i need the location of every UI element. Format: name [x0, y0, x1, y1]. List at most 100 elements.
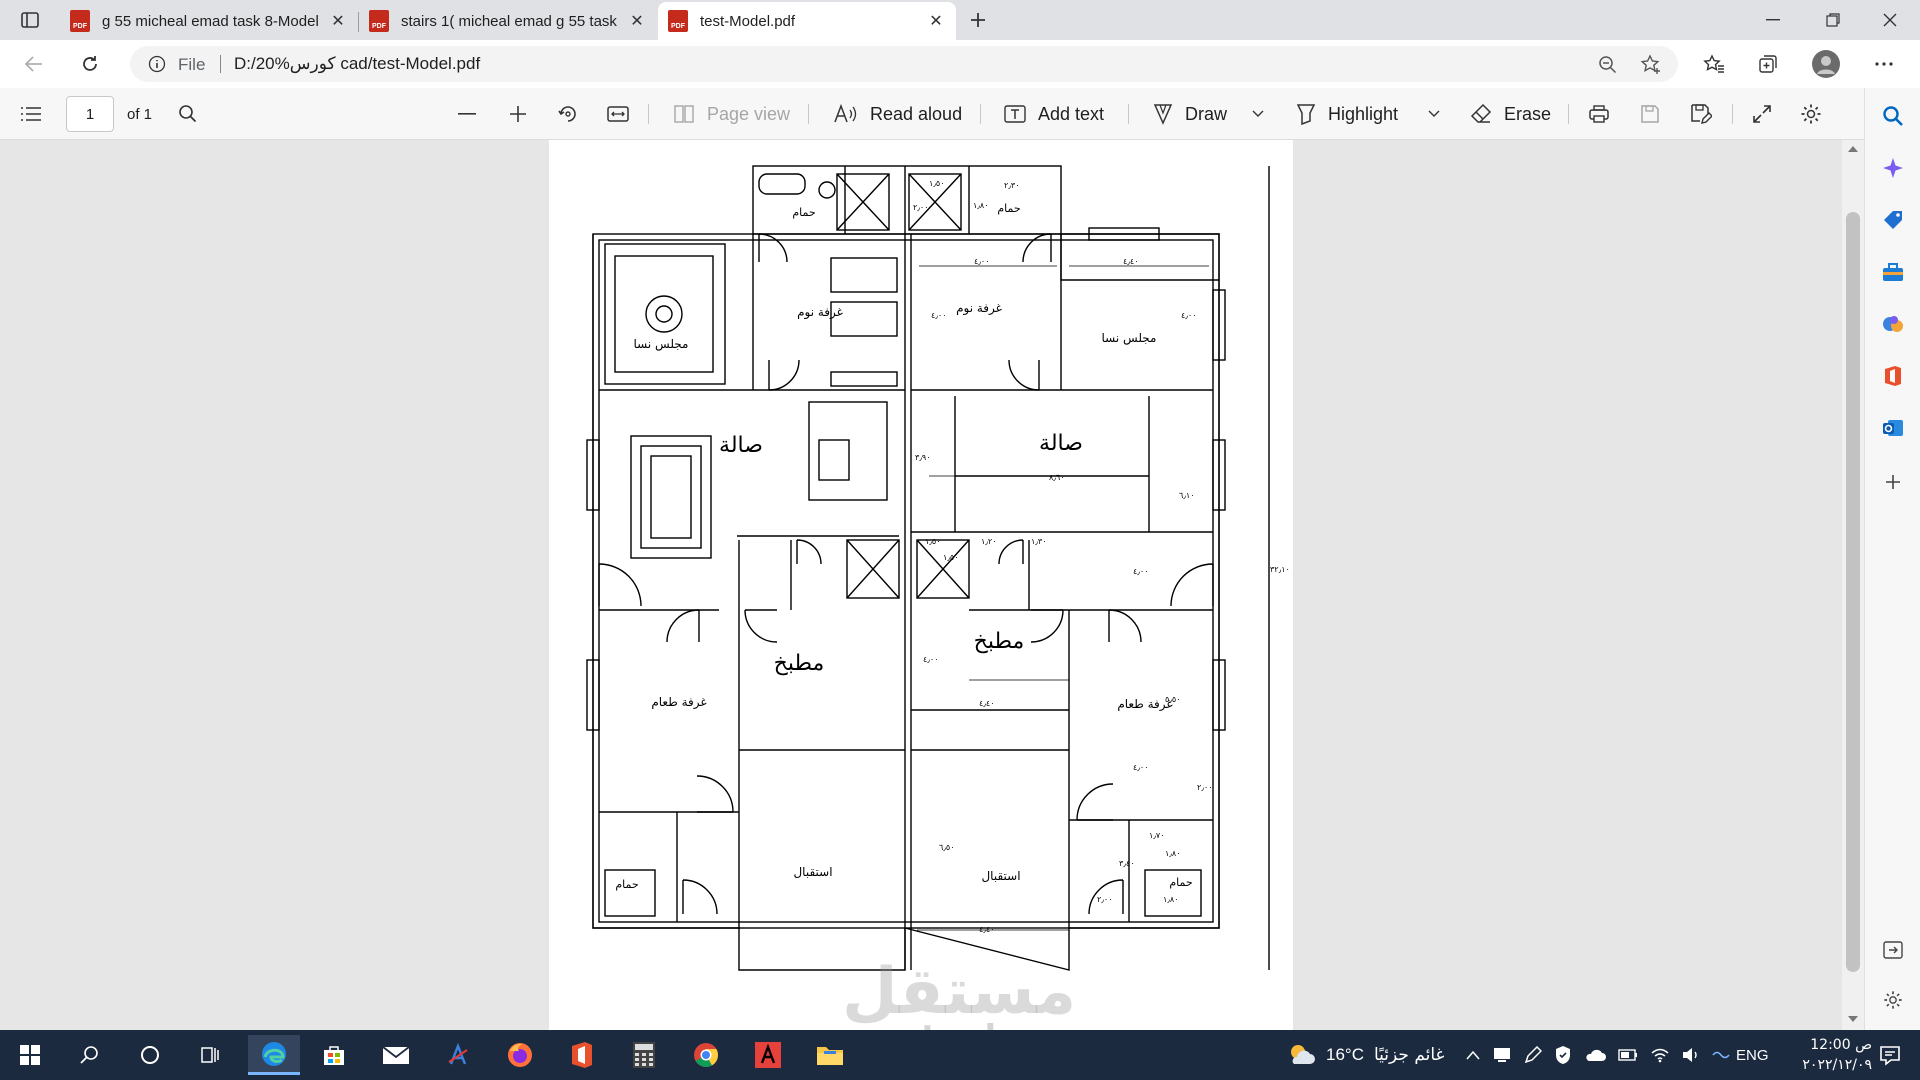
zoom-in-button[interactable] — [509, 88, 539, 140]
notification-center-button[interactable] — [1870, 1035, 1910, 1075]
shield-icon[interactable] — [1554, 1045, 1572, 1065]
tab-actions-icon[interactable] — [16, 6, 44, 34]
dim-label: ٢٫٣٠ — [1004, 181, 1020, 190]
close-window-button[interactable] — [1860, 0, 1920, 40]
full-screen-button[interactable] — [1752, 88, 1784, 140]
sidebar-settings-button[interactable] — [1877, 984, 1909, 1016]
page-view-button[interactable]: Page view — [673, 88, 790, 140]
taskbar-file-explorer[interactable] — [810, 1035, 850, 1075]
label-hall-left: صالة — [719, 433, 763, 458]
zoom-out-button[interactable] — [458, 88, 488, 140]
draw-button[interactable]: Draw — [1153, 88, 1227, 140]
pdf-file-icon: PDF — [70, 10, 90, 32]
close-tab-icon[interactable]: ✕ — [328, 11, 348, 31]
search-icon — [80, 1046, 98, 1064]
profile-button[interactable] — [1810, 48, 1842, 80]
url-text[interactable]: D:/20%كورس cad/test-Model.pdf — [234, 54, 480, 74]
erase-button[interactable]: Erase — [1470, 88, 1551, 140]
pdf-settings-button[interactable] — [1800, 88, 1834, 140]
sidebar-outlook-button[interactable] — [1877, 412, 1909, 444]
address-bar: File D:/20%كورس cad/test-Model.pdf — [0, 40, 1920, 88]
contents-button[interactable] — [20, 88, 54, 140]
network-link-icon[interactable] — [1712, 1050, 1730, 1060]
sidebar-add-button[interactable] — [1877, 466, 1909, 498]
tab-task8-model[interactable]: PDF g 55 micheal emad task 8-Model ✕ — [60, 2, 359, 40]
pdf-viewer[interactable]: مجلس نسا مجلس نسا غرفة نوم غرفة نوم حمام… — [0, 140, 1842, 1030]
pen-icon[interactable] — [1524, 1046, 1542, 1064]
read-aloud-icon — [834, 104, 857, 123]
save-button[interactable] — [1640, 88, 1672, 140]
vertical-scrollbar[interactable] — [1842, 140, 1864, 1030]
highlight-button[interactable]: Highlight — [1296, 88, 1398, 140]
task-view-button[interactable] — [190, 1035, 230, 1075]
rotate-button[interactable] — [557, 88, 591, 140]
taskbar-autocad[interactable] — [438, 1035, 478, 1075]
collections-button[interactable] — [1752, 48, 1784, 80]
add-favorite-icon[interactable] — [1640, 54, 1662, 76]
favorites-button[interactable] — [1698, 48, 1730, 80]
sparkle-icon — [1883, 158, 1903, 178]
cloud-icon[interactable] — [1584, 1048, 1606, 1062]
pdf-file-icon: PDF — [369, 10, 389, 32]
tab-test-model[interactable]: PDF test-Model.pdf ✕ — [658, 2, 956, 40]
taskbar-edge[interactable] — [248, 1035, 300, 1075]
chevron-up-icon[interactable] — [1466, 1050, 1480, 1060]
volume-icon[interactable] — [1682, 1047, 1700, 1063]
sidebar-shopping-button[interactable] — [1877, 204, 1909, 236]
find-button[interactable] — [178, 88, 210, 140]
sidebar-copilot-button[interactable] — [1877, 152, 1909, 184]
label-bedroom-left: غرفة نوم — [797, 305, 843, 320]
taskbar-calculator[interactable] — [624, 1035, 664, 1075]
weather-widget[interactable]: 16°C غائم جزئيًا — [1286, 1030, 1444, 1080]
fit-to-width-button[interactable] — [607, 88, 641, 140]
new-tab-button[interactable] — [964, 6, 992, 34]
sidebar-office-button[interactable] — [1877, 360, 1909, 392]
clock[interactable]: 12:00 ص ٢٠٢٢/١٢/٠٩ — [1776, 1030, 1872, 1080]
battery-icon[interactable] — [1618, 1049, 1638, 1061]
restore-button[interactable] — [1803, 0, 1863, 40]
plus-icon — [1886, 475, 1900, 489]
tab-stairs[interactable]: PDF stairs 1( micheal emad g 55 task ✕ — [359, 2, 657, 40]
sidebar-games-button[interactable] — [1877, 308, 1909, 340]
minimize-button[interactable] — [1743, 0, 1803, 40]
start-button[interactable] — [10, 1035, 50, 1075]
device-icon[interactable] — [1492, 1047, 1512, 1063]
highlight-options-button[interactable] — [1428, 88, 1452, 140]
partly-cloudy-icon — [1291, 1045, 1315, 1064]
url-field[interactable]: File D:/20%كورس cad/test-Model.pdf — [130, 46, 1678, 82]
cortana-button[interactable] — [130, 1035, 170, 1075]
page-view-label: Page view — [707, 103, 791, 124]
taskbar-search-button[interactable] — [70, 1035, 110, 1075]
draw-options-button[interactable] — [1252, 88, 1276, 140]
gear-icon — [1801, 104, 1821, 124]
zoom-out-icon[interactable] — [1598, 55, 1618, 75]
acrobat-icon — [755, 1042, 781, 1068]
sidebar-search-button[interactable] — [1877, 100, 1909, 132]
taskbar-firefox[interactable] — [500, 1035, 540, 1075]
settings-more-button[interactable] — [1868, 48, 1900, 80]
save-as-button[interactable] — [1690, 88, 1724, 140]
sidebar-hide-button[interactable] — [1877, 934, 1909, 966]
taskbar-chrome[interactable] — [686, 1035, 726, 1075]
taskbar-acrobat[interactable] — [748, 1035, 788, 1075]
refresh-button[interactable] — [74, 48, 106, 80]
sidebar-tools-button[interactable] — [1877, 256, 1909, 288]
language-indicator[interactable]: ENG — [1736, 1030, 1769, 1080]
wifi-icon[interactable] — [1650, 1047, 1670, 1063]
dim-label: ١٫٢٠ — [981, 537, 997, 546]
taskbar-mail[interactable] — [376, 1035, 416, 1075]
taskbar-office[interactable] — [562, 1035, 602, 1075]
close-tab-icon[interactable]: ✕ — [627, 11, 647, 31]
print-button[interactable] — [1588, 88, 1622, 140]
label-bedroom-right: غرفة نوم — [956, 301, 1002, 316]
add-text-button[interactable]: Add text — [1004, 88, 1104, 140]
scrollbar-thumb[interactable] — [1846, 212, 1860, 972]
read-aloud-button[interactable]: Read aloud — [834, 88, 962, 140]
draw-icon — [1153, 104, 1173, 125]
taskbar-store[interactable] — [314, 1035, 354, 1075]
search-icon — [179, 105, 197, 123]
back-button[interactable] — [18, 48, 50, 80]
info-icon[interactable] — [148, 55, 166, 73]
page-number-input[interactable]: 1 — [66, 96, 114, 132]
close-tab-icon[interactable]: ✕ — [926, 11, 946, 31]
